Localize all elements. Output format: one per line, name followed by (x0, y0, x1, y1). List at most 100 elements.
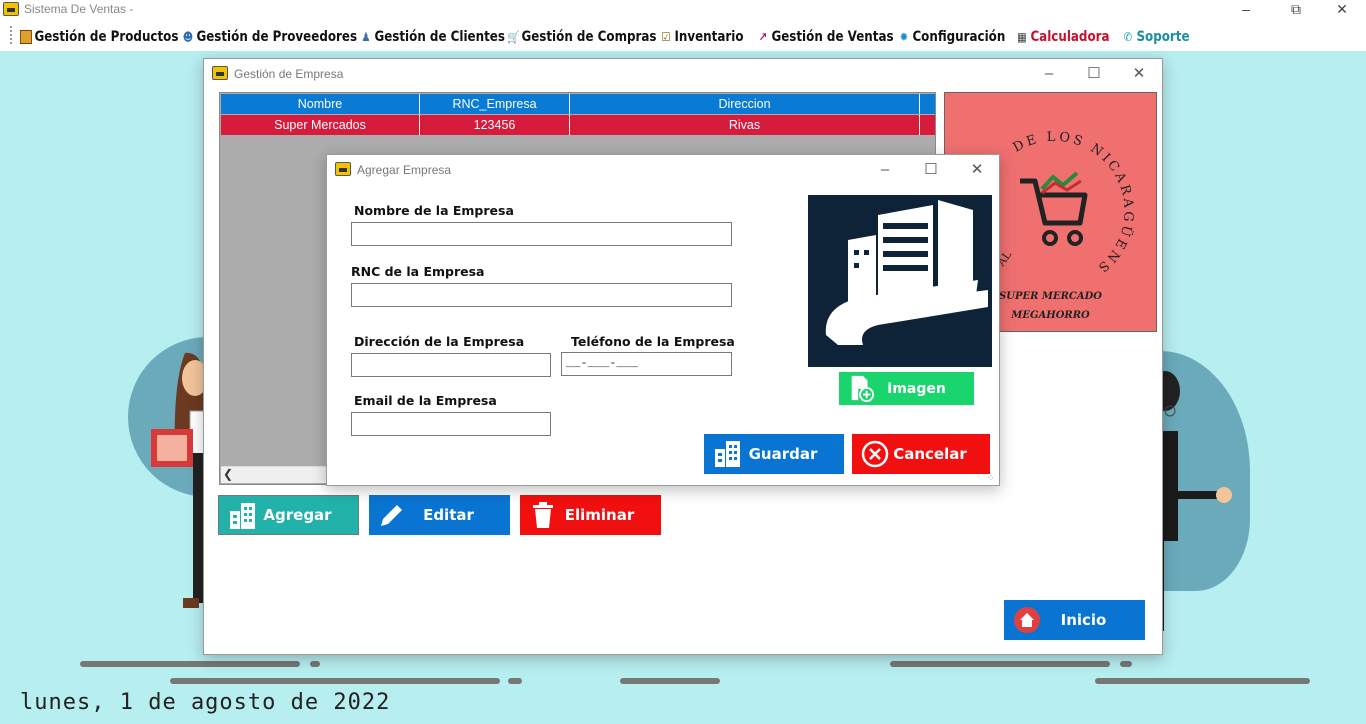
eliminar-button[interactable]: Eliminar (520, 495, 661, 535)
supplier-icon: ☻ (182, 30, 194, 44)
resize-grip-icon[interactable]: ⁘ (987, 473, 997, 483)
menu-proveedores[interactable]: ☻ Gestión de Proveedores (182, 26, 357, 48)
trash-icon (533, 502, 553, 528)
guardar-button[interactable]: Guardar (704, 434, 844, 474)
agregar-label: Agregar (263, 506, 332, 524)
current-date: lunes, 1 de agosto de 2022 (20, 690, 391, 715)
dialog-title: Agregar Empresa (357, 163, 452, 177)
table-header: Nombre RNC_Empresa Direccion (221, 94, 935, 114)
eliminar-label: Eliminar (564, 506, 635, 524)
nombre-input[interactable] (351, 222, 732, 246)
empresa-window-title: Gestión de Empresa (234, 67, 344, 81)
minimize-button[interactable]: – (863, 158, 907, 182)
column-header-nombre[interactable]: Nombre (221, 94, 420, 114)
maximize-button[interactable]: ☐ (909, 158, 953, 182)
cell-rnc[interactable]: 123456 (420, 115, 570, 135)
menu-label: Calculadora (1030, 29, 1110, 45)
menu-inventario[interactable]: ☑ Inventario (660, 26, 743, 48)
pencil-icon (381, 505, 402, 526)
menu-label: Gestión de Productos (34, 29, 179, 45)
direccion-label: Dirección de la Empresa (354, 334, 525, 349)
status-footer: lunes, 1 de agosto de 2022 (0, 685, 1366, 724)
column-header-spacer (920, 94, 935, 114)
cart-icon: 🛒 (507, 30, 520, 44)
home-icon (1014, 607, 1040, 633)
menu-soporte[interactable]: ✆ Soporte (1122, 26, 1190, 48)
table-row[interactable]: Super Mercados 123456 Rivas (221, 115, 935, 135)
imagen-button[interactable]: Imagen (839, 372, 974, 405)
menu-label: Soporte (1136, 29, 1190, 45)
building-icon (825, 200, 988, 345)
cancel-circle-icon (861, 440, 889, 468)
scroll-left-icon[interactable]: ❮ (223, 467, 233, 481)
close-button[interactable]: ✕ (955, 158, 999, 182)
menu-compras[interactable]: 🛒 Gestión de Compras (507, 26, 656, 48)
menu-label: Inventario (674, 29, 744, 45)
cell-nombre[interactable]: Super Mercados (221, 115, 420, 135)
decor-line (890, 661, 1110, 667)
nombre-label: Nombre de la Empresa (354, 203, 514, 218)
decor-line (170, 678, 500, 684)
menu-label: Configuración (912, 29, 1006, 45)
editar-button[interactable]: Editar (369, 495, 510, 535)
inicio-label: Inicio (1060, 611, 1107, 629)
decor-line (1095, 678, 1310, 684)
add-image-icon (851, 375, 875, 402)
empresa-window-titlebar: Gestión de Empresa – ☐ ✕ (204, 59, 1162, 89)
building-icon (715, 441, 740, 467)
telefono-label: Teléfono de la Empresa (571, 334, 735, 349)
agregar-empresa-dialog: Agregar Empresa – ☐ ✕ Nombre de la Empre… (326, 154, 1000, 486)
window-icon (212, 66, 228, 80)
calculator-icon: ▦ (1017, 30, 1027, 44)
menu-grip (10, 26, 12, 44)
app-titlebar: Sistema De Ventas - – ⧉ ✕ (0, 0, 1366, 20)
maximize-button[interactable]: ☐ (1072, 62, 1116, 86)
minimize-button[interactable]: – (1027, 62, 1071, 86)
rnc-label: RNC de la Empresa (351, 264, 485, 279)
imagen-label: Imagen (887, 380, 946, 397)
menu-configuracion[interactable]: ✹ Configuración (898, 26, 1006, 48)
menu-label: Gestión de Clientes (374, 29, 505, 45)
decor-line (508, 678, 522, 684)
app-title: Sistema De Ventas - (24, 2, 134, 16)
close-button[interactable]: ✕ (1117, 62, 1161, 86)
dialog-titlebar: Agregar Empresa – ☐ ✕ (327, 155, 999, 185)
guardar-label: Guardar (748, 445, 818, 463)
agregar-button[interactable]: Agregar (218, 495, 359, 535)
sales-chart-icon: ↗ (758, 30, 768, 44)
menu-calculadora[interactable]: ▦ Calculadora (1016, 26, 1110, 48)
inventory-icon: ☑ (661, 30, 671, 44)
cancelar-label: Cancelar (893, 445, 967, 463)
cancelar-button[interactable]: Cancelar (852, 434, 990, 474)
app-icon (3, 2, 19, 16)
cell-direccion[interactable]: Rivas (570, 115, 920, 135)
minimize-button[interactable]: – (1226, 0, 1266, 20)
column-header-direccion[interactable]: Direccion (570, 94, 920, 114)
column-header-rnc[interactable]: RNC_Empresa (420, 94, 570, 114)
menu-ventas[interactable]: ↗ Gestión de Ventas (757, 26, 894, 48)
inicio-button[interactable]: Inicio (1004, 600, 1145, 640)
client-icon: ♟ (361, 30, 371, 44)
email-input[interactable] (351, 412, 551, 436)
phone-icon: ✆ (1123, 30, 1133, 44)
cell-spacer (920, 115, 935, 135)
decor-line (80, 661, 300, 667)
close-button[interactable]: ✕ (1322, 0, 1362, 20)
gear-icon: ✹ (899, 30, 909, 44)
decor-line (310, 661, 320, 667)
menu-bar: Gestión de Productos ☻ Gestión de Provee… (0, 20, 1366, 51)
menu-label: Gestión de Compras (521, 29, 657, 45)
decor-line (620, 678, 720, 684)
direccion-input[interactable] (351, 353, 551, 377)
menu-clientes[interactable]: ♟ Gestión de Clientes (360, 26, 505, 48)
email-label: Email de la Empresa (354, 393, 497, 408)
window-icon (335, 162, 351, 176)
product-icon (20, 30, 32, 44)
telefono-input[interactable]: __-___-___ (561, 352, 732, 376)
menu-label: Gestión de Proveedores (196, 29, 358, 45)
menu-productos[interactable]: Gestión de Productos (20, 26, 178, 48)
man-illustration (1150, 371, 1232, 631)
restore-button[interactable]: ⧉ (1276, 0, 1316, 20)
rnc-input[interactable] (351, 283, 732, 307)
menu-label: Gestión de Ventas (771, 29, 894, 45)
